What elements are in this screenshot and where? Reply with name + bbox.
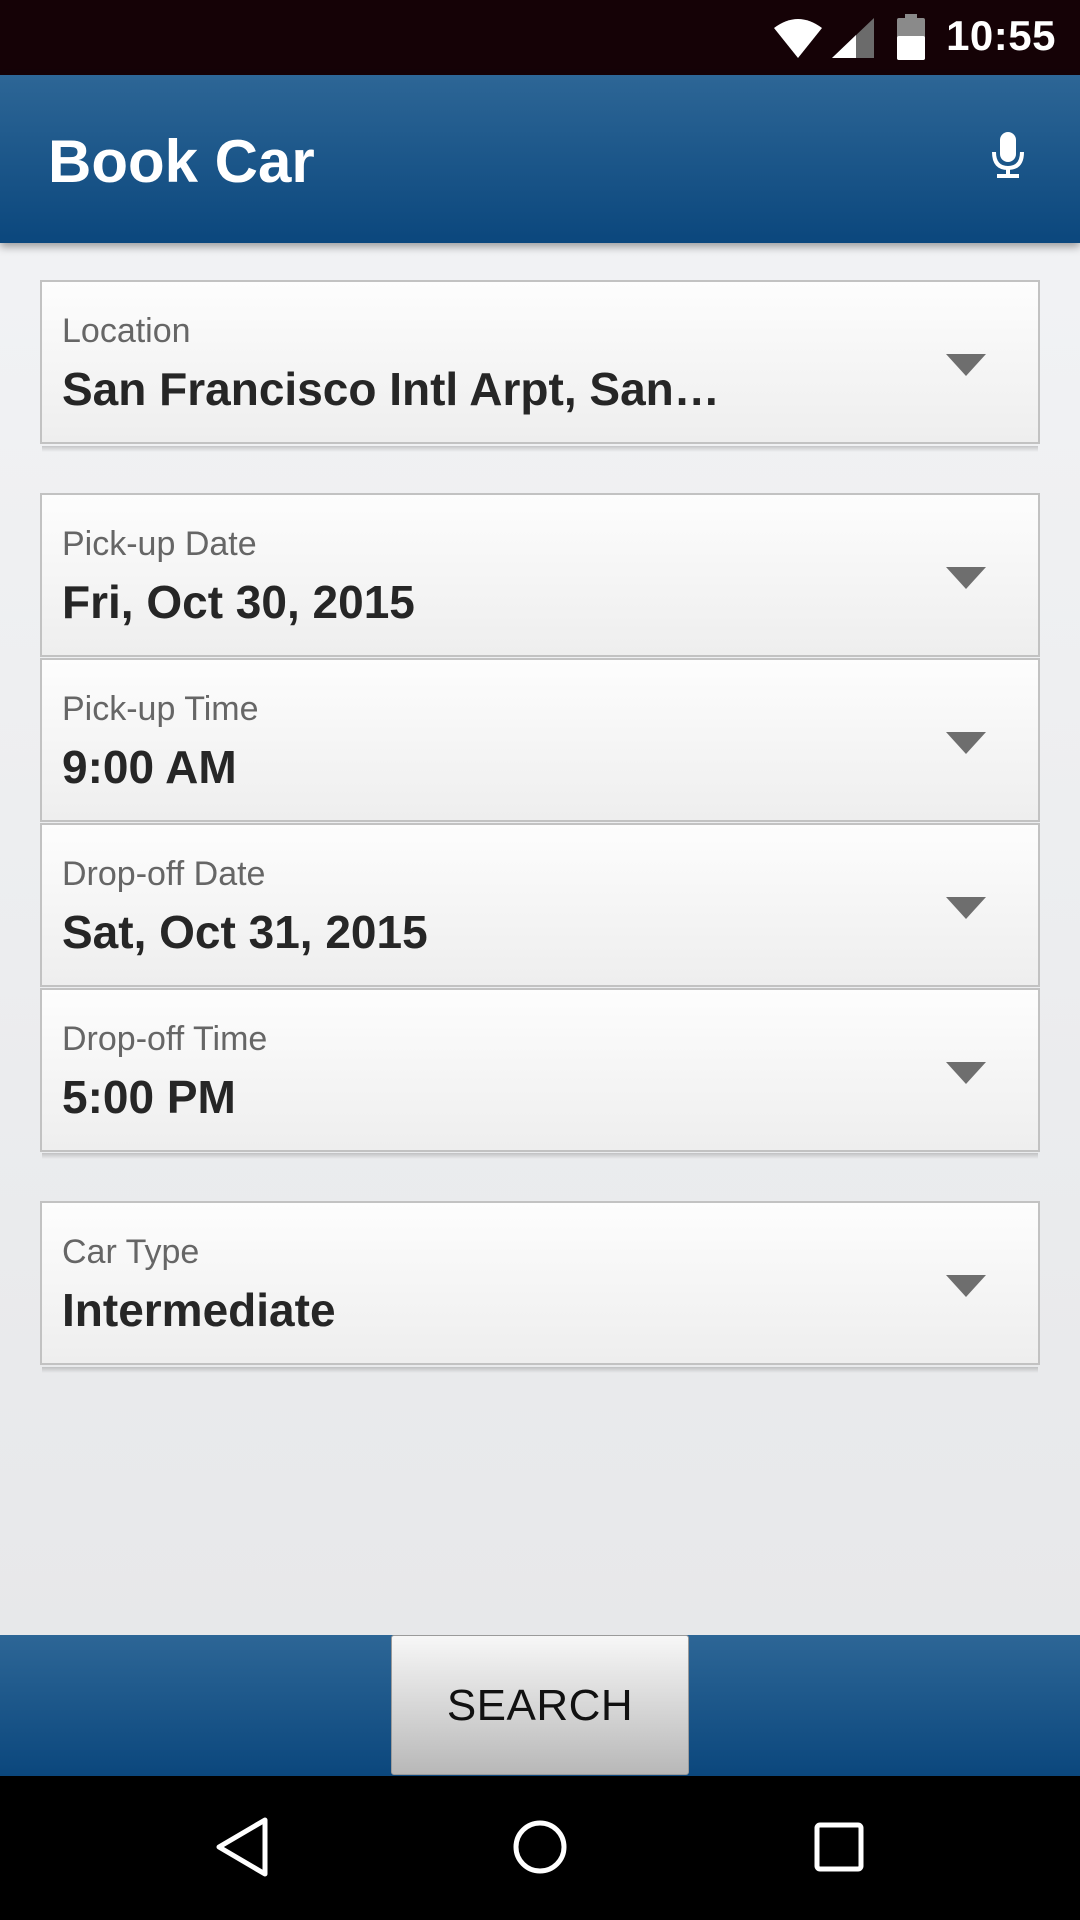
pickup-time-value: 9:00 AM [62, 741, 237, 793]
car-type-value: Intermediate [62, 1284, 336, 1336]
location-field[interactable]: Location San Francisco Intl Arpt, San… [40, 280, 1040, 444]
pickup-time-label: Pick-up Time [62, 690, 259, 728]
dropoff-time-label: Drop-off Time [62, 1020, 268, 1058]
dropdown-arrow-icon [946, 567, 986, 589]
back-icon[interactable] [213, 1816, 271, 1878]
dropdown-arrow-icon [946, 897, 986, 919]
car-type-label: Car Type [62, 1233, 200, 1271]
location-label: Location [62, 312, 191, 350]
wifi-icon [774, 19, 822, 58]
card-shadow [42, 1153, 1038, 1159]
pickup-date-value: Fri, Oct 30, 2015 [62, 576, 415, 628]
battery-icon [897, 14, 925, 60]
dropdown-arrow-icon [946, 732, 986, 754]
cell-signal-icon [832, 18, 874, 58]
dropoff-date-value: Sat, Oct 31, 2015 [62, 906, 428, 958]
dropoff-date-field[interactable]: Drop-off Date Sat, Oct 31, 2015 [40, 823, 1040, 987]
pickup-date-field[interactable]: Pick-up Date Fri, Oct 30, 2015 [40, 493, 1040, 657]
car-type-field[interactable]: Car Type Intermediate [40, 1201, 1040, 1365]
pickup-date-label: Pick-up Date [62, 525, 257, 563]
dropdown-arrow-icon [946, 354, 986, 376]
status-clock: 10:55 [946, 12, 1056, 59]
card-shadow [42, 1367, 1038, 1373]
pickup-time-field[interactable]: Pick-up Time 9:00 AM [40, 658, 1040, 822]
location-value: San Francisco Intl Arpt, San… [62, 363, 720, 415]
recents-icon[interactable] [810, 1816, 868, 1878]
home-icon[interactable] [511, 1816, 569, 1878]
app-bar: Book Car [0, 75, 1080, 243]
dropoff-date-label: Drop-off Date [62, 855, 266, 893]
status-bar: 10:55 [0, 0, 1080, 75]
navigation-bar [0, 1776, 1080, 1920]
microphone-icon[interactable] [990, 130, 1026, 180]
card-shadow [42, 446, 1038, 452]
dropoff-time-value: 5:00 PM [62, 1071, 236, 1123]
dropdown-arrow-icon [946, 1062, 986, 1084]
dropdown-arrow-icon [946, 1275, 986, 1297]
dropoff-time-field[interactable]: Drop-off Time 5:00 PM [40, 988, 1040, 1152]
search-button[interactable]: SEARCH [391, 1635, 689, 1775]
page-title: Book Car [48, 128, 315, 195]
